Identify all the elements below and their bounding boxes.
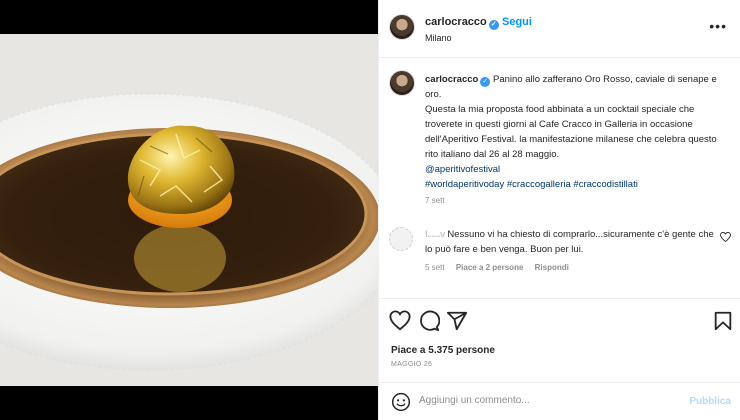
caption-verified-badge-icon: ✓ bbox=[480, 77, 491, 87]
comment-body: Nessuno vi ha chiesto di comprarlo...sic… bbox=[425, 229, 714, 255]
commenter-avatar[interactable] bbox=[389, 227, 413, 251]
comment-item: l......v Nessuno vi ha chiesto di compra… bbox=[379, 224, 740, 284]
post-side-panel: carlocracco ✓ Segui Milano ••• carlocracc… bbox=[378, 0, 740, 420]
author-avatar[interactable] bbox=[389, 14, 415, 40]
instagram-post-window: carlocracco ✓ Segui Milano ••• carlocracc… bbox=[0, 0, 740, 420]
heart-icon[interactable] bbox=[389, 310, 411, 332]
emoji-icon[interactable] bbox=[391, 392, 411, 412]
comment-timestamp[interactable]: 5 sett bbox=[425, 263, 445, 272]
publish-button[interactable]: Pubblica bbox=[689, 396, 731, 407]
verified-badge-icon: ✓ bbox=[488, 20, 499, 30]
post-location[interactable]: Milano bbox=[425, 33, 452, 43]
author-username[interactable]: carlocracco ✓ bbox=[425, 16, 499, 30]
comment-like-heart-icon[interactable] bbox=[720, 231, 731, 245]
caption-author-avatar[interactable] bbox=[389, 70, 415, 96]
author-username-text[interactable]: carlocracco bbox=[425, 16, 487, 28]
likes-count[interactable]: Piace a 5.375 persone bbox=[391, 345, 495, 356]
post-header: carlocracco ✓ Segui Milano ••• bbox=[379, 0, 740, 58]
comment-likes-count[interactable]: Piace a 2 persone bbox=[456, 263, 524, 272]
hashtag-link[interactable]: #worldaperitivoday bbox=[425, 179, 504, 190]
caption-username[interactable]: carlocracco bbox=[425, 74, 478, 85]
reply-button[interactable]: Rispondi bbox=[535, 263, 569, 272]
follow-button[interactable]: Segui bbox=[502, 16, 532, 28]
food-photo-illustration bbox=[0, 93, 378, 371]
post-photo[interactable] bbox=[0, 0, 378, 420]
post-date[interactable]: MAGGIO 26 bbox=[391, 361, 432, 368]
hashtag-link[interactable]: #craccogalleria bbox=[507, 179, 571, 190]
commenter-username[interactable]: l......v bbox=[425, 229, 445, 240]
comment-input[interactable] bbox=[419, 395, 679, 406]
mention-link[interactable]: @aperitivofestival bbox=[425, 164, 500, 175]
comment-actions: 5 sett Piace a 2 persone Rispondi bbox=[425, 263, 578, 272]
comment-icon[interactable] bbox=[418, 310, 440, 332]
add-comment-bar: Pubblica bbox=[379, 382, 740, 420]
caption-text: carlocracco ✓ Panino allo zafferano Oro R… bbox=[425, 72, 725, 192]
bookmark-icon[interactable] bbox=[712, 310, 734, 332]
caption-timestamp[interactable]: 7 sett bbox=[425, 196, 445, 205]
caption-body: Questa la mia proposta food abbinata a u… bbox=[425, 104, 717, 160]
more-options-icon[interactable]: ••• bbox=[709, 18, 727, 34]
hashtag-link[interactable]: #craccodistillati bbox=[573, 179, 637, 190]
comment-text: l......v Nessuno vi ha chiesto di compra… bbox=[425, 227, 715, 257]
share-icon[interactable] bbox=[446, 310, 468, 332]
